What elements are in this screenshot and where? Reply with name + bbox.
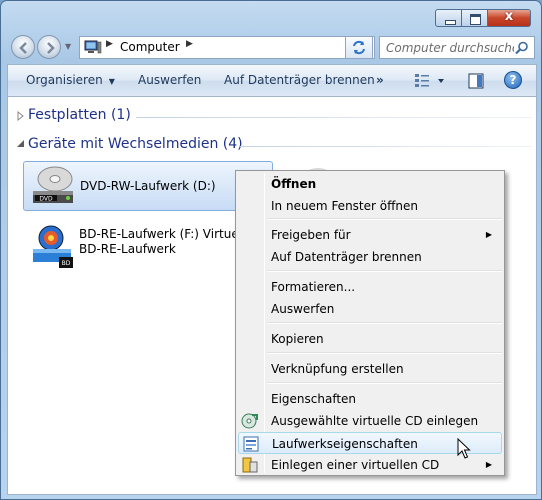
menu-item-label: Öffnen [271, 177, 317, 191]
group-removable-devices[interactable]: Geräte mit Wechselmedien (4) [8, 134, 538, 158]
minimize-button[interactable] [435, 9, 462, 27]
group-divider [136, 117, 532, 118]
menu-item-insert-virtual-cd[interactable]: Ausgewählte virtuelle CD einlegen [238, 410, 502, 432]
eject-button[interactable]: Auswerfen [138, 73, 201, 87]
menu-item-label: Kopieren [271, 332, 324, 346]
close-icon: x [504, 9, 514, 24]
menu-item-burn[interactable]: Auf Datenträger brennen [238, 246, 502, 268]
menu-item-properties[interactable]: Eigenschaften [238, 388, 502, 410]
menu-item-label: In neuem Fenster öffnen [271, 199, 418, 213]
menu-item-label: Ausgewählte virtuelle CD einlegen [271, 414, 479, 428]
submenu-arrow-icon: ▶ [485, 460, 492, 469]
address-bar[interactable]: ▶ Computer ▶ ▾ [79, 36, 375, 59]
menu-item-open[interactable]: Öffnen [238, 173, 502, 195]
more-commands-button[interactable]: » [376, 73, 384, 87]
context-menu: Öffnen In neuem Fenster öffnen Freigeben… [235, 170, 505, 476]
chevron-down-icon: ▼ [108, 77, 115, 86]
refresh-button[interactable] [345, 36, 373, 59]
menu-item-label: Laufwerkseigenschaften [272, 437, 418, 451]
menu-item-eject[interactable]: Auswerfen [238, 298, 502, 320]
maximize-button[interactable] [462, 9, 488, 27]
bd-drive-icon: BD [33, 225, 73, 268]
dvd-icon-label: DVD [39, 196, 53, 203]
menu-item-label: Einlegen einer virtuellen CD [271, 458, 440, 472]
drive-label-second-line: BD-RE-Laufwerk [79, 242, 176, 256]
search-box[interactable] [379, 36, 535, 59]
menu-item-open-new-window[interactable]: In neuem Fenster öffnen [238, 195, 502, 217]
recent-pages-dropdown[interactable]: ▼ [65, 42, 75, 52]
menu-item-share-with[interactable]: Freigeben für ▶ [238, 224, 502, 246]
menu-item-label: Auswerfen [271, 302, 335, 316]
menu-separator [267, 382, 502, 384]
preview-pane-icon [468, 73, 484, 89]
menu-item-label: Eigenschaften [271, 392, 357, 406]
drive-label: BD-RE-Laufwerk (F:) Virtuelles [79, 227, 260, 241]
breadcrumb-computer[interactable]: Computer [120, 40, 180, 54]
menu-item-label: Freigeben für [271, 228, 351, 242]
drive-properties-icon [243, 436, 259, 452]
command-bar: Organisieren ▼ Auswerfen Auf Datenträger … [7, 64, 537, 97]
burn-button[interactable]: Auf Datenträger brennen [224, 73, 375, 87]
drive-label: DVD-RW-Laufwerk (D:) [80, 179, 216, 193]
group-title: Festplatten (1) [28, 107, 131, 123]
menu-item-label: Formatieren... [271, 280, 356, 294]
group-title: Geräte mit Wechselmedien (4) [28, 136, 243, 152]
breadcrumb-separator[interactable]: ▶ [186, 39, 193, 49]
menu-separator [267, 322, 502, 324]
menu-item-format[interactable]: Formatieren... [238, 276, 502, 298]
organize-button[interactable]: Organisieren ▼ [26, 73, 115, 87]
preview-pane-button[interactable] [468, 73, 484, 92]
help-icon[interactable]: ? [504, 71, 522, 89]
computer-icon [84, 40, 102, 54]
search-input[interactable] [386, 38, 514, 57]
refresh-icon [353, 40, 365, 55]
dvd-drive-icon: DVD [33, 166, 73, 203]
cd-insert-icon [241, 413, 258, 429]
back-button[interactable] [11, 35, 35, 59]
caption-buttons: x [435, 9, 531, 27]
menu-separator [267, 352, 502, 354]
virtual-cd-icon [242, 457, 258, 473]
group-hard-drives[interactable]: Festplatten (1) [8, 105, 538, 129]
forward-arrow-icon [47, 42, 55, 54]
search-icon[interactable] [515, 41, 529, 55]
submenu-arrow-icon: ▶ [485, 230, 492, 239]
menu-item-label: Verknüpfung erstellen [271, 362, 404, 376]
menu-separator [267, 270, 502, 272]
navigation-bar: ▼ ▶ Computer ▶ ▾ [9, 33, 535, 61]
bd-icon-label: BD [62, 260, 71, 267]
collapse-arrow-icon[interactable] [17, 140, 25, 150]
menu-item-label: Auf Datenträger brennen [271, 250, 422, 264]
drive-item-bd[interactable]: BD BD-RE-Laufwerk (F:) Virtuelles BD-RE-… [23, 221, 259, 271]
explorer-window: x ▼ ▶ Computer ▶ ▾ [0, 0, 542, 500]
back-arrow-icon [19, 42, 27, 54]
menu-item-copy[interactable]: Kopieren [238, 328, 502, 350]
menu-item-create-shortcut[interactable]: Verknüpfung erstellen [238, 358, 502, 380]
breadcrumb-separator[interactable]: ▶ [106, 39, 113, 49]
expand-arrow-icon[interactable] [17, 111, 25, 121]
close-button[interactable]: x [488, 9, 531, 27]
forward-button[interactable] [37, 35, 61, 59]
view-options-icon [415, 74, 444, 87]
mouse-cursor-icon [457, 438, 471, 459]
change-view-button[interactable] [414, 73, 448, 92]
menu-separator [267, 218, 502, 220]
organize-label: Organisieren [26, 73, 103, 87]
group-divider [240, 146, 532, 147]
